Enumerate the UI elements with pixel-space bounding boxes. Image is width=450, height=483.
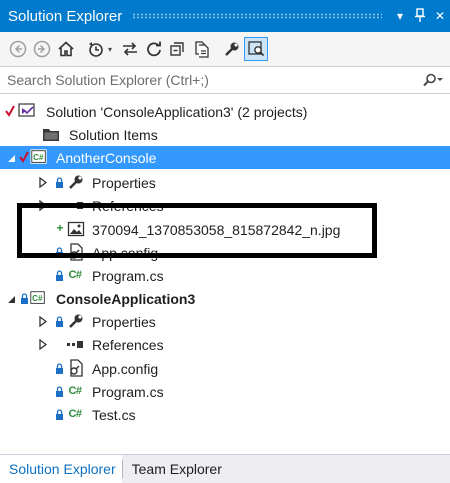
checkout-check-icon (19, 151, 29, 163)
csharp-file-icon: C# (68, 269, 82, 281)
home-button[interactable] (54, 37, 78, 61)
tree-item-label: AnotherConsole (56, 149, 157, 166)
show-all-files-icon (195, 41, 209, 58)
tree-item-properties[interactable]: Properties (0, 310, 450, 333)
collapse-all-button[interactable] (166, 37, 190, 61)
sync-with-active-document-button[interactable] (118, 37, 142, 61)
lock-icon (54, 385, 64, 397)
folder-icon (42, 125, 60, 143)
tree-item-label: Properties (92, 174, 156, 191)
refresh-icon (147, 41, 161, 57)
tree-item-program-cs[interactable]: C# Program.cs (0, 264, 450, 287)
svg-text:C#: C# (33, 153, 44, 162)
csharp-project-icon: C# (29, 289, 47, 307)
highlight-box (17, 203, 377, 258)
title-bar: Solution Explorer ▾ ✕ (0, 0, 450, 32)
collapse-all-icon (170, 42, 184, 56)
tree-item-label: Test.cs (92, 406, 136, 423)
tree-item-properties[interactable]: Properties (0, 171, 450, 194)
sync-icon (123, 42, 137, 56)
csharp-file-icon: C# (68, 408, 82, 420)
svg-text:C#: C# (32, 294, 43, 303)
search-button[interactable] (416, 73, 450, 87)
tab-solution-explorer[interactable]: Solution Explorer (0, 454, 122, 483)
lock-icon (54, 362, 64, 374)
pin-icon (415, 7, 425, 22)
home-icon (58, 41, 74, 57)
search-box (0, 66, 450, 94)
tree-item-solution-items[interactable]: Solution Items (0, 123, 450, 146)
close-button[interactable]: ✕ (430, 9, 450, 23)
lock-icon (54, 315, 64, 327)
tree-item-label: Program.cs (92, 383, 164, 400)
expanded-arrow-icon[interactable] (6, 294, 16, 304)
tree-item-label: Program.cs (92, 267, 164, 284)
tree-item-label: App.config (92, 360, 159, 377)
pending-changes-filter-button[interactable] (84, 37, 108, 61)
tab-team-explorer[interactable]: Team Explorer (123, 455, 228, 483)
forward-icon (33, 40, 51, 58)
tree-item-solution[interactable]: Solution 'ConsoleApplication3' (2 projec… (0, 100, 450, 123)
search-icon (423, 73, 443, 87)
forward-button[interactable] (30, 37, 54, 61)
show-all-files-button[interactable] (190, 37, 214, 61)
tree-item-test-cs[interactable]: C# Test.cs (0, 403, 450, 426)
refresh-button[interactable] (142, 37, 166, 61)
collapsed-arrow-icon[interactable] (38, 338, 48, 350)
lock-icon (19, 292, 29, 304)
preview-selected-items-button[interactable] (244, 37, 268, 61)
tree-item-project-anotherconsole[interactable]: C# AnotherConsole (0, 146, 450, 169)
tree-item-app-config[interactable]: App.config (0, 357, 450, 380)
preview-selected-items-icon (248, 41, 265, 57)
tree-item-label: Solution Items (69, 126, 158, 143)
search-input[interactable] (0, 72, 416, 88)
csharp-project-icon: C# (30, 148, 48, 166)
filter-dropdown-arrow[interactable]: ▾ (108, 45, 118, 54)
collapsed-arrow-icon[interactable] (38, 176, 48, 188)
lock-icon (54, 408, 64, 420)
collapsed-arrow-icon[interactable] (38, 315, 48, 327)
expanded-arrow-icon[interactable] (6, 153, 16, 163)
properties-button[interactable] (220, 37, 244, 61)
tree-item-label: Properties (92, 313, 156, 330)
window-position-dropdown-button[interactable]: ▾ (390, 9, 410, 23)
wrench-icon (67, 173, 85, 191)
title-grip[interactable] (132, 13, 382, 19)
config-file-icon (67, 359, 85, 377)
checkout-check-icon (5, 105, 15, 117)
panel-tabs: Solution Explorer Team Explorer (0, 454, 450, 483)
references-icon (66, 335, 84, 353)
lock-icon (54, 269, 64, 281)
csharp-file-icon: C# (68, 385, 82, 397)
pending-changes-filter-icon (89, 42, 103, 57)
toolbar: ▾ (0, 32, 450, 66)
tree-item-label: ConsoleApplication3 (56, 290, 196, 307)
tree-item-label: Solution 'ConsoleApplication3' (2 projec… (46, 103, 308, 120)
back-button[interactable] (6, 37, 30, 61)
lock-icon (54, 176, 64, 188)
properties-icon (225, 42, 239, 56)
back-icon (9, 40, 27, 58)
tree-item-label: References (92, 336, 164, 353)
solution-tree: Solution 'ConsoleApplication3' (2 projec… (0, 100, 450, 454)
tree-item-program-cs[interactable]: C# Program.cs (0, 380, 450, 403)
wrench-icon (67, 312, 85, 330)
window-title: Solution Explorer (8, 7, 123, 25)
solution-icon (18, 102, 36, 120)
auto-hide-pin-button[interactable] (410, 7, 430, 25)
tree-item-references[interactable]: References (0, 333, 450, 356)
tree-item-project-consoleapplication3[interactable]: C# ConsoleApplication3 (0, 287, 450, 310)
